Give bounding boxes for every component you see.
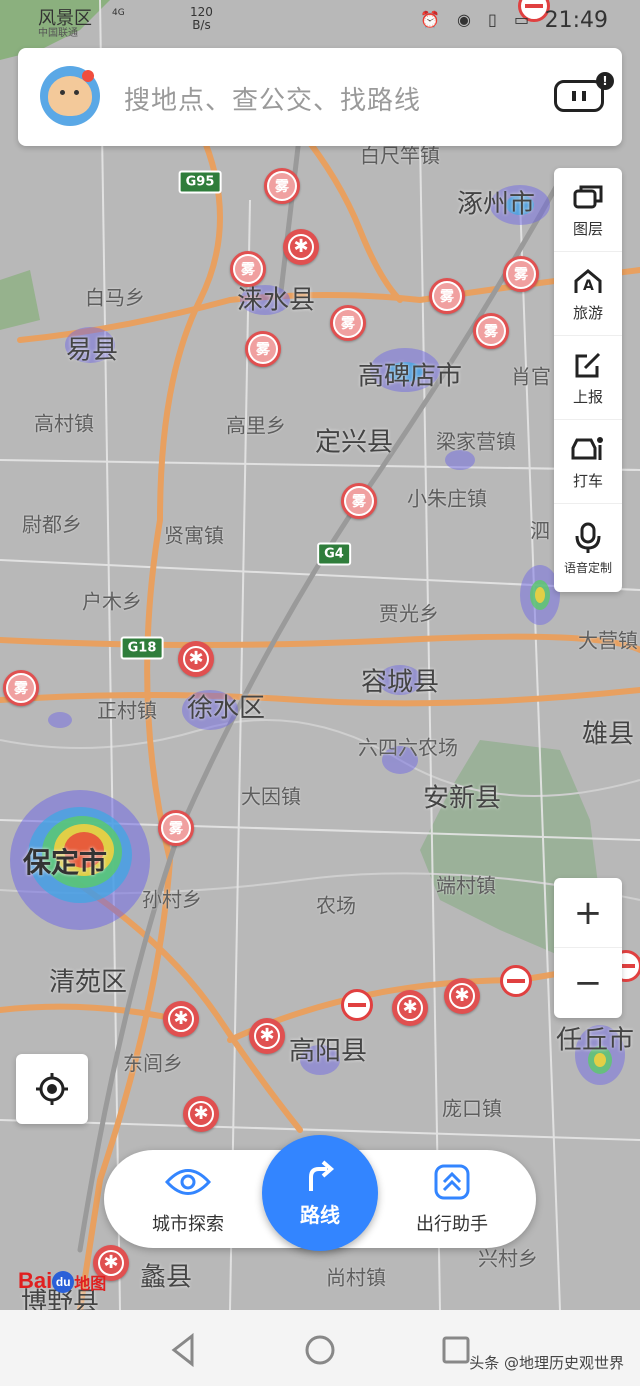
status-icons: ⏰ ◉ ▯ ▭ <box>420 10 536 29</box>
eye-icon <box>128 1162 248 1202</box>
map-view[interactable]: G95 G4 G18 白尺竿镇 涿州市 白马乡 涞水县 易县 高碑店市 肖官 高… <box>0 0 640 1318</box>
layers-button[interactable]: 图层 <box>554 168 622 252</box>
locate-button[interactable] <box>16 1054 88 1124</box>
map-label[interactable]: 尚村镇 <box>326 1262 386 1291</box>
network-type: 4G <box>112 8 125 18</box>
map-label[interactable]: 贤寓镇 <box>164 520 224 549</box>
fog-marker-icon[interactable]: 雾 <box>429 278 465 314</box>
road-closure-icon[interactable]: ✱ <box>249 1018 285 1054</box>
map-label[interactable]: 安新县 <box>423 778 501 815</box>
fog-marker-icon[interactable]: 雾 <box>473 313 509 349</box>
notification-dot <box>82 70 94 82</box>
road-closure-icon[interactable]: ✱ <box>163 1001 199 1037</box>
highway-shield: G95 <box>178 170 222 194</box>
map-label[interactable]: 贾光乡 <box>379 598 439 627</box>
highway-shield: G4 <box>317 542 351 566</box>
map-label[interactable]: 蠡县 <box>140 1257 192 1294</box>
assistant-icon <box>392 1162 512 1202</box>
alert-badge: ! <box>596 72 614 90</box>
map-label[interactable]: 农场 <box>316 890 356 919</box>
highway-shield: G18 <box>120 636 164 660</box>
route-button[interactable]: 路线 <box>262 1135 378 1251</box>
fog-marker-icon[interactable]: 雾 <box>264 168 300 204</box>
map-label[interactable]: 六四六农场 <box>358 732 458 761</box>
locate-icon <box>36 1073 68 1105</box>
report-icon <box>571 348 605 382</box>
zoom-out-button[interactable]: − <box>554 948 622 1018</box>
route-arrow-icon <box>309 1159 335 1191</box>
taxi-icon <box>571 432 605 466</box>
home-icon[interactable] <box>300 1330 340 1370</box>
no-entry-icon[interactable] <box>500 965 532 997</box>
baidu-logo: Bai du 地图 <box>18 1268 107 1294</box>
map-label[interactable]: 易县 <box>66 330 118 367</box>
road-closure-icon[interactable]: ✱ <box>178 641 214 677</box>
map-label[interactable]: 涿州市 <box>457 184 535 221</box>
fog-marker-icon[interactable]: 雾 <box>3 670 39 706</box>
network-speed: 120 B/s <box>190 5 213 32</box>
map-label[interactable]: 清苑区 <box>49 962 127 999</box>
taxi-button[interactable]: 打车 <box>554 420 622 504</box>
no-entry-icon[interactable] <box>341 989 373 1021</box>
fog-marker-icon[interactable]: 雾 <box>341 483 377 519</box>
fog-marker-icon[interactable]: 雾 <box>158 810 194 846</box>
voice-custom-button[interactable]: 语音定制 <box>554 504 622 592</box>
map-label[interactable]: 高碑店市 <box>358 356 462 393</box>
report-button[interactable]: 上报 <box>554 336 622 420</box>
layers-icon <box>571 180 605 214</box>
fog-marker-icon[interactable]: 雾 <box>503 256 539 292</box>
city-explore-button[interactable]: 城市探索 <box>128 1162 248 1236</box>
map-label[interactable]: 肖官 <box>511 361 551 390</box>
status-bar: 风景区 中国联通 4G 120 B/s ⏰ ◉ ▯ ▭ 21:49 <box>0 0 640 40</box>
road-closure-icon[interactable]: ✱ <box>283 229 319 265</box>
map-label[interactable]: 高里乡 <box>226 410 286 439</box>
back-icon[interactable] <box>164 1330 204 1370</box>
road-closure-icon[interactable]: ✱ <box>183 1096 219 1132</box>
map-label[interactable]: 高村镇 <box>34 408 94 437</box>
fog-marker-icon[interactable]: 雾 <box>230 251 266 287</box>
map-label[interactable]: 梁家营镇 <box>436 426 516 455</box>
map-label[interactable]: 小朱庄镇 <box>407 483 487 512</box>
map-label[interactable]: 孙村乡 <box>142 884 202 913</box>
travel-assistant-button[interactable]: 出行助手 <box>392 1162 512 1236</box>
svg-text:A: A <box>583 278 594 294</box>
microphone-icon <box>571 521 605 555</box>
map-label[interactable]: 雄县 <box>582 714 634 751</box>
travel-icon: A <box>571 264 605 298</box>
zoom-control: + − <box>554 878 622 1018</box>
search-input[interactable]: 搜地点、查公交、找路线 <box>124 80 421 117</box>
fog-marker-icon[interactable]: 雾 <box>330 305 366 341</box>
map-label[interactable]: 高阳县 <box>289 1031 367 1068</box>
map-label[interactable]: 东闾乡 <box>123 1048 183 1077</box>
fog-marker-icon[interactable]: 雾 <box>245 331 281 367</box>
bear-icon <box>48 76 92 116</box>
road-closure-icon[interactable]: ✱ <box>392 990 428 1026</box>
map-label[interactable]: 定兴县 <box>315 422 393 459</box>
system-nav-bar <box>0 1310 640 1386</box>
map-label[interactable]: 容城县 <box>361 662 439 699</box>
travel-button[interactable]: A 旅游 <box>554 252 622 336</box>
map-label[interactable]: 大因镇 <box>241 781 301 810</box>
road-closure-icon[interactable]: ✱ <box>444 978 480 1014</box>
map-label[interactable]: 白马乡 <box>85 282 145 311</box>
map-label[interactable]: 庞口镇 <box>442 1093 502 1122</box>
map-label[interactable]: 徐水区 <box>187 688 265 725</box>
map-label[interactable]: 任丘市 <box>556 1020 634 1057</box>
map-toolbar: 图层 A 旅游 上报 打车 语音定制 <box>554 168 622 592</box>
map-label[interactable]: 保定市 <box>23 841 107 881</box>
map-label[interactable]: 泗 <box>530 515 550 544</box>
clock: 21:49 <box>544 8 608 33</box>
map-label[interactable]: 尉都乡 <box>22 509 82 538</box>
carrier-sub: 中国联通 <box>38 28 78 39</box>
search-card[interactable]: 搜地点、查公交、找路线 ! <box>18 48 622 146</box>
map-label[interactable]: 正村镇 <box>97 695 157 724</box>
map-label[interactable]: 户木乡 <box>82 586 142 615</box>
zoom-in-button[interactable]: + <box>554 878 622 948</box>
map-label[interactable]: 端村镇 <box>436 870 496 899</box>
map-label[interactable]: 大营镇 <box>578 625 638 654</box>
map-canvas <box>0 0 640 1310</box>
watermark: 头条 @地理历史观世界 <box>469 1354 624 1372</box>
